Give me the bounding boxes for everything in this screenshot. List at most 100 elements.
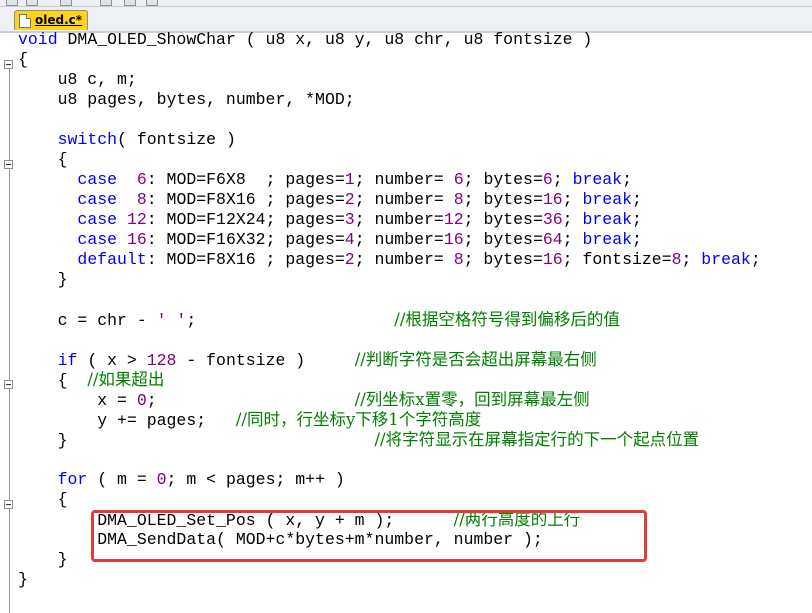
code-comment: //根据空格符号得到偏移后的值 — [394, 310, 620, 329]
code-text: ; number= — [354, 250, 454, 269]
code-literal: 36 — [542, 210, 563, 229]
code-text: c = chr - — [18, 311, 157, 330]
code-line: default: MOD=F8X16 ; pages=2; number= 8;… — [18, 250, 761, 270]
code-text: } — [18, 570, 28, 589]
code-line: case 6: MOD=F6X8 ; pages=1; number= 6; b… — [18, 170, 632, 190]
code-keyword: case — [77, 210, 118, 229]
code-text: ; — [750, 250, 761, 269]
highlight-box — [91, 510, 647, 562]
code-keyword: default — [77, 250, 147, 269]
code-line: } — [18, 270, 68, 290]
code-text: ; number= — [354, 170, 454, 189]
code-text: ( m = — [87, 470, 157, 489]
code-text: ; — [622, 170, 632, 189]
code-literal: 2 — [344, 250, 355, 269]
code-line: } — [18, 570, 28, 590]
code-keyword: case — [77, 170, 118, 189]
code-literal: 8 — [453, 250, 464, 269]
code-literal: 1 — [344, 170, 355, 189]
code-text: ; bytes= — [463, 250, 543, 269]
code-text: : MOD=F16X32; pages= — [146, 230, 345, 249]
toolbar-button-paste[interactable] — [124, 0, 136, 6]
code-text: } — [18, 550, 68, 569]
code-keyword: break — [701, 250, 751, 269]
code-text: : MOD=F8X16 ; pages= — [146, 190, 345, 209]
code-literal: 16 — [542, 250, 563, 269]
code-comment: //判断字符是否会超出屏幕最右侧 — [354, 350, 597, 369]
code-line: case 16: MOD=F16X32; pages=4; number=16;… — [18, 230, 641, 250]
code-line: case 8: MOD=F8X16 ; pages=2; number= 8; … — [18, 190, 641, 210]
toolbar-button-undo[interactable] — [146, 0, 158, 6]
code-keyword: void — [18, 30, 58, 49]
code-text: ; bytes= — [463, 170, 543, 189]
fold-toggle-if[interactable] — [4, 380, 13, 389]
code-text: DMA_OLED_ShowChar ( u8 x, u8 y, u8 chr, … — [57, 30, 593, 49]
code-literal: 3 — [344, 210, 355, 229]
code-text: ; — [562, 210, 583, 229]
fold-toggle-for[interactable] — [4, 500, 13, 509]
code-literal: 16 — [443, 230, 464, 249]
code-literal: 16 — [542, 190, 563, 209]
code-line: u8 c, m; — [18, 70, 137, 90]
code-keyword: break — [582, 230, 632, 249]
code-literal: 8 — [136, 190, 147, 209]
code-text: ( x > — [77, 351, 147, 370]
code-text: x = — [18, 391, 137, 410]
code-literal: 64 — [542, 230, 563, 249]
code-line: c = chr - ' '; //根据空格符号得到偏移后的值 — [18, 310, 620, 330]
file-icon — [19, 14, 31, 28]
code-line: } — [18, 550, 68, 570]
code-literal: ' ' — [156, 311, 187, 330]
code-line: } //将字符显示在屏幕指定行的下一个起点位置 — [18, 430, 700, 450]
code-text: ; — [552, 170, 573, 189]
code-literal: 12 — [126, 210, 147, 229]
code-text: ; — [632, 210, 642, 229]
code-text: ; number= — [354, 210, 444, 229]
toolbar — [0, 0, 812, 7]
code-text: u8 pages, bytes, number, *MOD; — [18, 90, 355, 109]
toolbar-button-copy[interactable] — [100, 0, 112, 6]
code-literal: 4 — [344, 230, 355, 249]
code-text: { — [18, 371, 88, 390]
code-text: : MOD=F6X8 ; pages= — [146, 170, 345, 189]
code-text: } — [18, 270, 68, 289]
code-text: ; number= — [354, 190, 454, 209]
code-text: ; bytes= — [463, 230, 543, 249]
code-literal: 0 — [136, 391, 147, 410]
tab-oled-c[interactable]: oled.c* — [14, 10, 88, 30]
fold-toggle-switch[interactable] — [4, 160, 13, 169]
toolbar-button-open[interactable] — [26, 0, 38, 6]
code-line: for ( m = 0; m < pages; m++ ) — [18, 470, 345, 490]
code-literal: 16 — [126, 230, 147, 249]
code-text: ; — [562, 230, 583, 249]
code-literal: 2 — [344, 190, 355, 209]
toolbar-button-new[interactable] — [6, 0, 18, 6]
code-keyword: for — [57, 470, 88, 489]
code-text: { — [18, 50, 28, 69]
code-keyword: break — [582, 210, 632, 229]
code-text: ; number= — [354, 230, 444, 249]
code-text: ; bytes= — [463, 190, 543, 209]
code-literal: 8 — [671, 250, 682, 269]
code-line: y += pages; //同时，行坐标y下移1个字符高度 — [18, 410, 481, 430]
code-text: { — [18, 490, 68, 509]
code-line: u8 pages, bytes, number, *MOD; — [18, 90, 355, 110]
code-text: : MOD=F12X24; pages= — [146, 210, 345, 229]
code-text: : MOD=F8X16 ; pages= — [146, 250, 345, 269]
code-line: case 12: MOD=F12X24; pages=3; number=12;… — [18, 210, 642, 230]
fold-gutter — [0, 33, 14, 613]
fold-toggle-function[interactable] — [4, 60, 13, 69]
toolbar-button-cut[interactable] — [60, 0, 72, 6]
code-text: ; — [186, 311, 395, 330]
code-keyword: break — [572, 170, 623, 189]
